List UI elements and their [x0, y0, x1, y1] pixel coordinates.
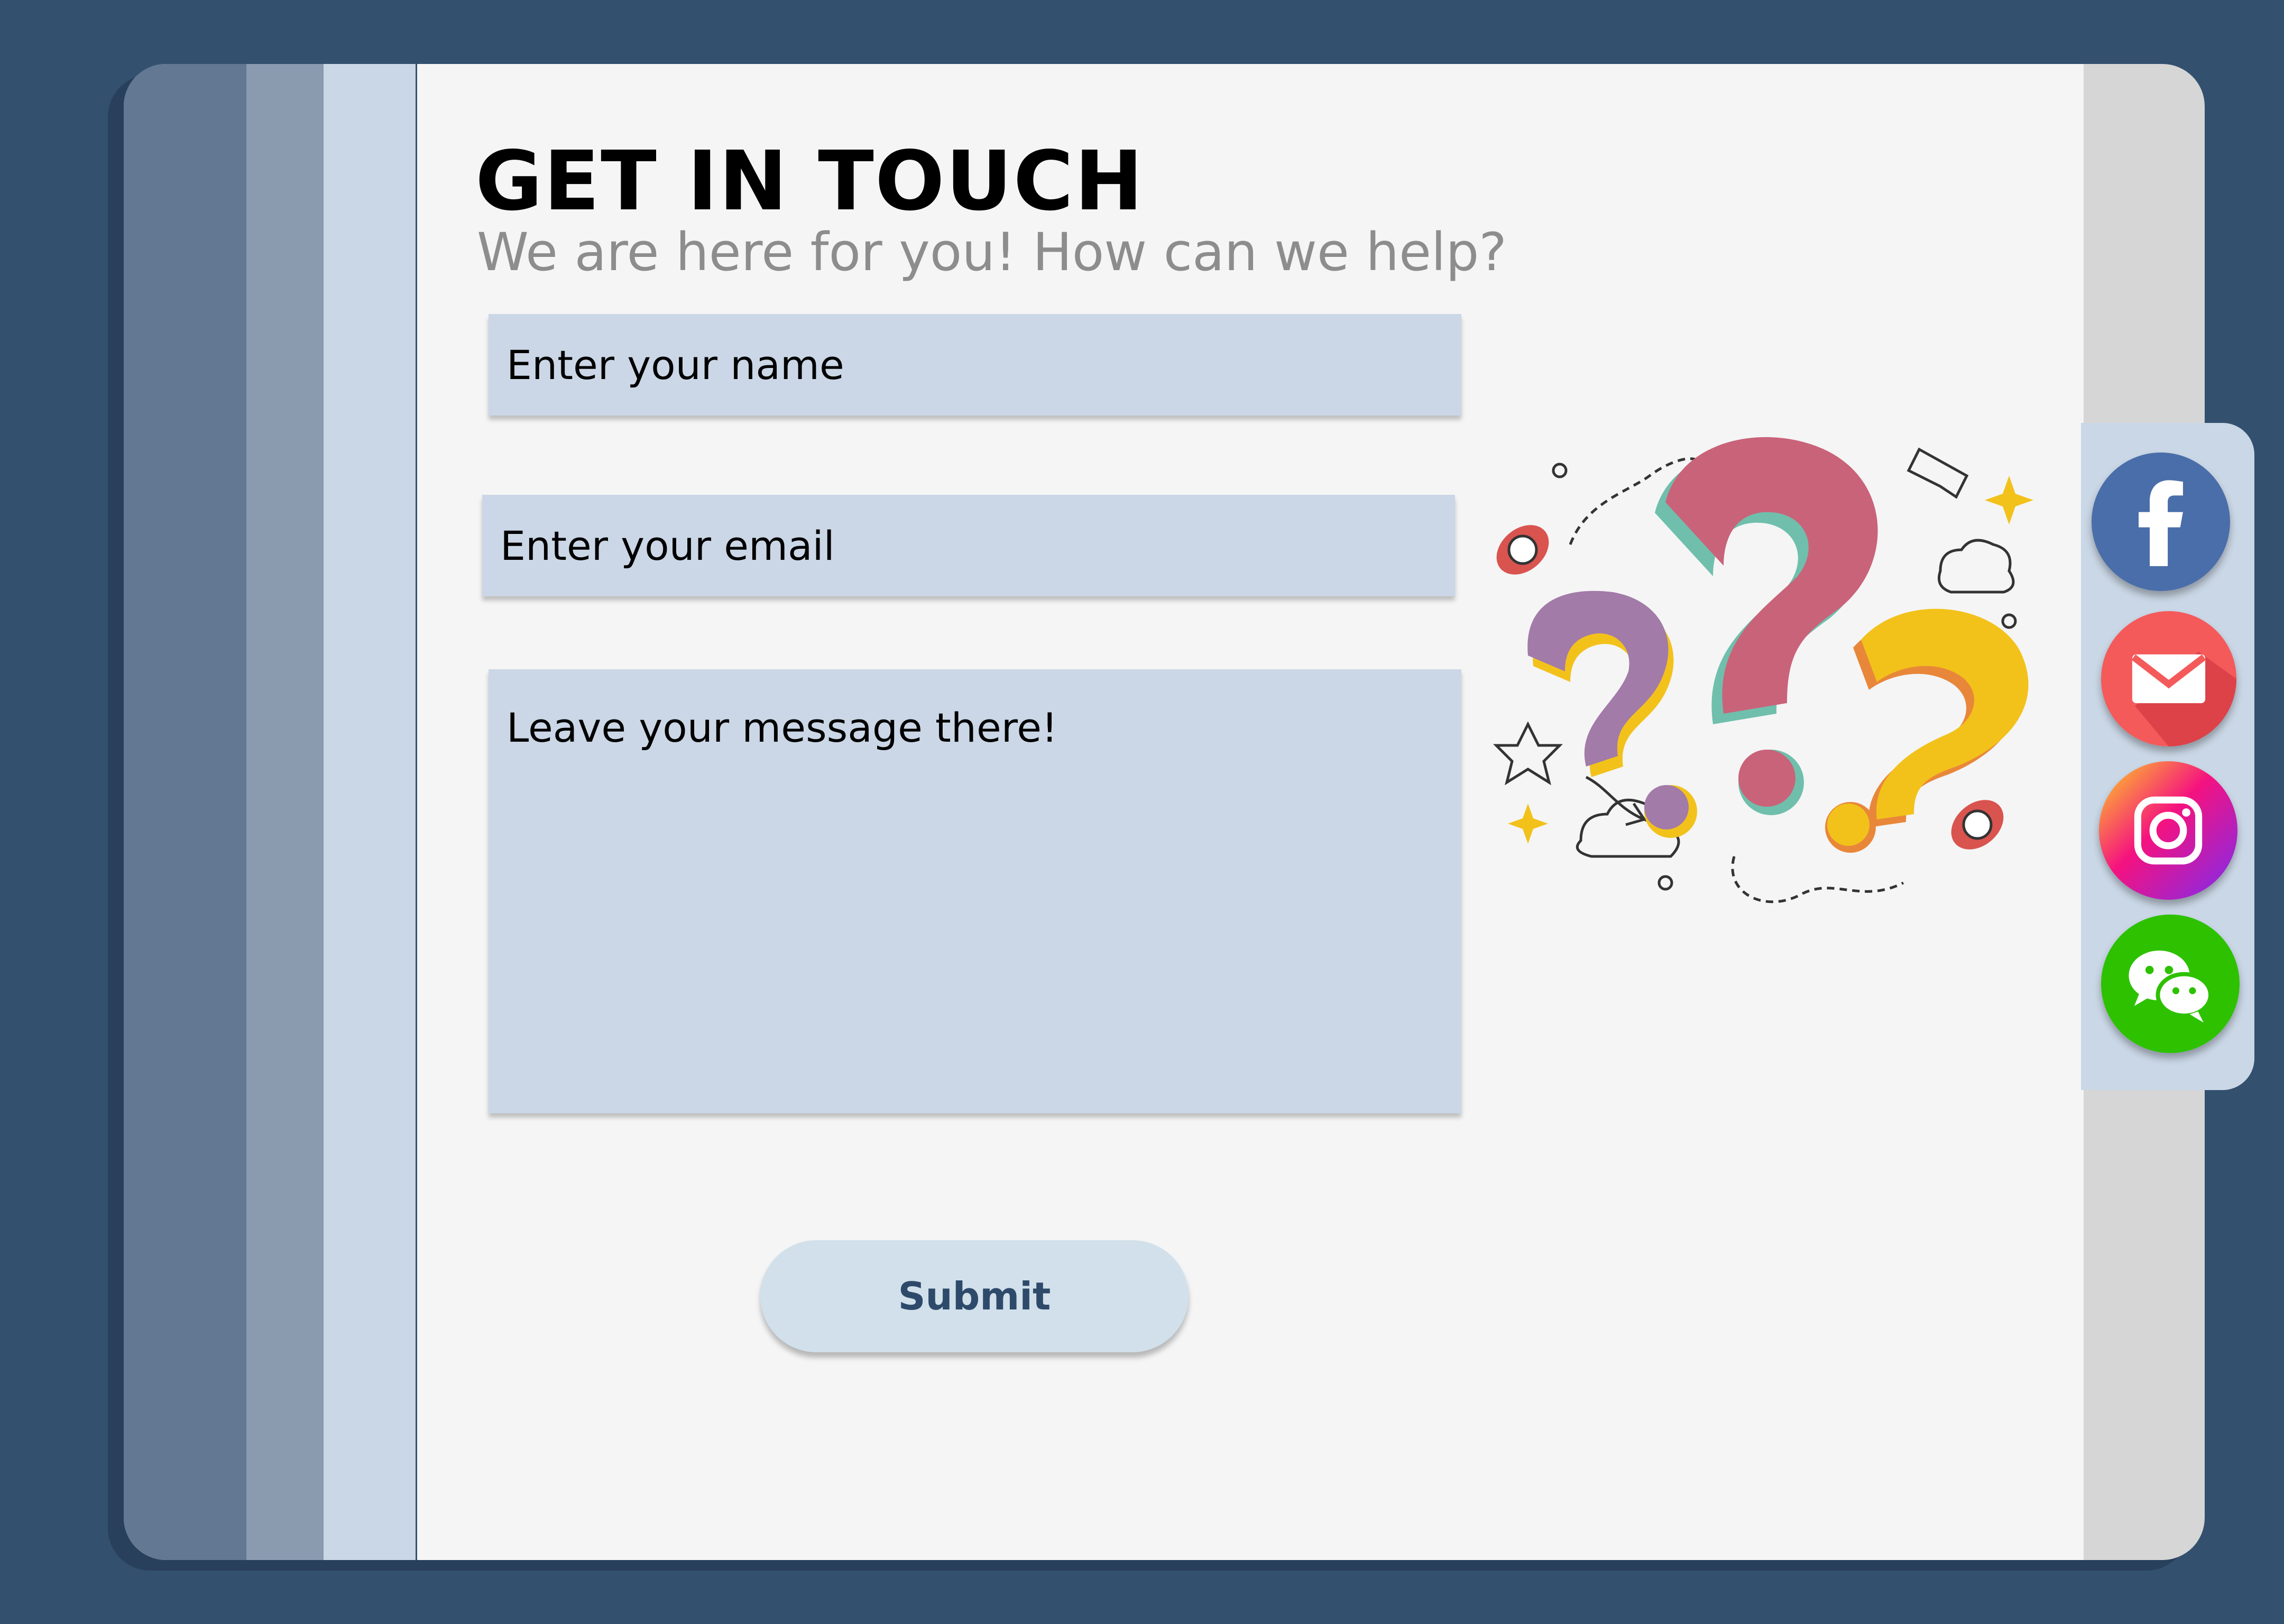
- question-marks-illustration: [1493, 437, 2033, 903]
- email-button[interactable]: [2101, 611, 2236, 746]
- wechat-icon: [2101, 915, 2240, 1053]
- instagram-button[interactable]: [2099, 761, 2237, 900]
- facebook-icon: [2092, 453, 2230, 591]
- email-icon: [2101, 611, 2236, 746]
- wechat-button[interactable]: [2101, 915, 2240, 1053]
- page-subtitle: We are here for you! How can we help?: [477, 222, 1507, 283]
- facebook-button[interactable]: [2092, 453, 2230, 591]
- decorative-stripe: [246, 64, 324, 1560]
- name-input[interactable]: [489, 314, 1461, 416]
- email-input[interactable]: [482, 495, 1455, 596]
- instagram-icon: [2099, 761, 2237, 900]
- submit-button[interactable]: Submit: [760, 1240, 1189, 1352]
- page-title: GET IN TOUCH: [475, 133, 1144, 229]
- decorative-stripe: [124, 64, 246, 1560]
- decorative-stripe: [324, 64, 416, 1560]
- message-textarea[interactable]: [489, 669, 1461, 1113]
